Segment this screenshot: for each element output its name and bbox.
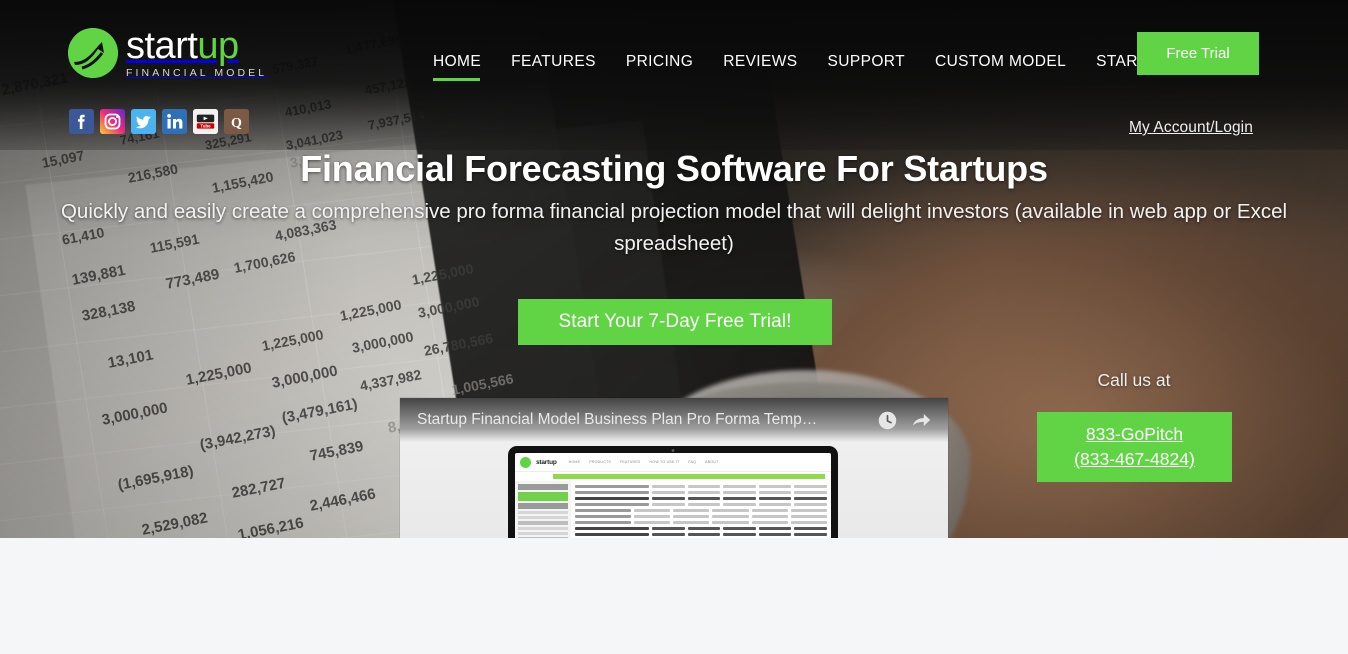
table-row bbox=[575, 532, 827, 537]
table-row bbox=[575, 508, 828, 513]
linkedin-icon[interactable] bbox=[162, 109, 187, 134]
thumbnail-sidebar-row bbox=[518, 526, 568, 530]
below-hero-section bbox=[0, 538, 1348, 654]
thumbnail-tab: HOW TO USE IT bbox=[649, 460, 680, 464]
thumbnail-app-header: startup HOME PRODUCTS FEATURES HOW TO USE I… bbox=[515, 453, 831, 472]
site-logo[interactable]: startup FINANCIAL MODEL bbox=[68, 27, 267, 79]
phone-number-button[interactable]: 833-GoPitch (833-467-4824) bbox=[1037, 412, 1232, 482]
thumbnail-sidebar bbox=[515, 481, 571, 538]
table-row bbox=[575, 526, 827, 531]
logo-word-up: up bbox=[197, 25, 239, 67]
hero-subheadline: Quickly and easily create a comprehensiv… bbox=[60, 200, 1288, 255]
my-account-login-link[interactable]: My Account/Login bbox=[1129, 119, 1253, 137]
video-title-bar: Startup Financial Model Business Plan Pr… bbox=[400, 398, 948, 442]
facebook-icon[interactable] bbox=[69, 109, 94, 134]
nav-item-pricing[interactable]: PRICING bbox=[626, 53, 714, 71]
thumbnail-sidebar-highlight bbox=[518, 492, 568, 501]
logo-arrow-circle-icon bbox=[68, 27, 118, 78]
top-navigation-bar: startup FINANCIAL MODEL HOME FEATURES PRIC… bbox=[0, 0, 1348, 105]
nav-item-reviews[interactable]: REVIEWS bbox=[723, 53, 818, 71]
phone-numeric: (833-467-4824) bbox=[1074, 449, 1195, 469]
logo-tagline: FINANCIAL MODEL bbox=[126, 67, 268, 79]
nav-item-custom-model[interactable]: CUSTOM MODEL bbox=[935, 53, 1087, 71]
thumbnail-tab: ABOUT bbox=[705, 460, 719, 464]
thumbnail-financial-table bbox=[574, 483, 828, 538]
twitter-icon[interactable] bbox=[131, 109, 156, 134]
table-row bbox=[575, 520, 828, 525]
nav-item-features[interactable]: FEATURES bbox=[511, 53, 617, 71]
video-title: Startup Financial Model Business Plan Pr… bbox=[417, 411, 818, 428]
table-row bbox=[575, 514, 828, 519]
video-player[interactable]: startup HOME PRODUCTS FEATURES HOW TO USE I… bbox=[400, 398, 948, 538]
thumbnail-screen: startup HOME PRODUCTS FEATURES HOW TO USE I… bbox=[515, 453, 831, 538]
thumbnail-sidebar-row bbox=[518, 516, 568, 520]
thumbnail-monitor: startup HOME PRODUCTS FEATURES HOW TO USE I… bbox=[508, 446, 838, 538]
thumbnail-main-panel: Assets Mix Analysis Cas bbox=[571, 481, 831, 538]
page-title: Financial Forecasting Software For Start… bbox=[300, 148, 1048, 189]
social-icon-bar: Tube Q bbox=[69, 109, 249, 134]
table-row bbox=[575, 502, 827, 507]
hero-section: 2,870,321579,3271,477,698410,013457,1227… bbox=[0, 0, 1348, 538]
instagram-icon[interactable] bbox=[100, 109, 125, 134]
quora-icon[interactable]: Q bbox=[224, 109, 249, 134]
thumbnail-sidebar-row bbox=[518, 536, 568, 538]
table-row bbox=[575, 490, 827, 495]
thumbnail-progress-bar bbox=[553, 474, 825, 479]
thumbnail-sidebar-row bbox=[518, 521, 568, 525]
logo-word: startup bbox=[126, 27, 267, 65]
svg-text:Tube: Tube bbox=[200, 123, 211, 128]
thumbnail-body: Assets Mix Analysis Cas bbox=[515, 481, 831, 538]
thumbnail-logo-icon bbox=[520, 456, 531, 468]
youtube-icon[interactable]: Tube bbox=[193, 109, 218, 134]
logo-word-start: start bbox=[126, 25, 198, 67]
thumbnail-sidebar-header bbox=[518, 503, 568, 509]
svg-text:Q: Q bbox=[231, 116, 242, 131]
thumbnail-brand: startup bbox=[536, 458, 557, 466]
page-root: 2,870,321579,3271,477,698410,013457,1227… bbox=[0, 0, 1348, 654]
thumbnail-tab: FAQ bbox=[688, 460, 697, 464]
table-row bbox=[575, 485, 827, 489]
nav-links: HOME FEATURES PRICING REVIEWS SUPPORT CUSTOM … bbox=[433, 53, 1240, 81]
thumbnail-sidebar-header bbox=[518, 484, 568, 490]
thumbnail-sidebar-row bbox=[518, 531, 568, 535]
clock-icon[interactable] bbox=[874, 407, 900, 433]
nav-item-support[interactable]: SUPPORT bbox=[828, 53, 926, 71]
thumbnail-tab: FEATURES bbox=[620, 460, 641, 464]
call-us-label: Call us at bbox=[1097, 370, 1171, 390]
free-trial-button[interactable]: Free Trial bbox=[1137, 32, 1259, 75]
start-free-trial-button[interactable]: Start Your 7-Day Free Trial! bbox=[518, 299, 832, 345]
thumbnail-sidebar-row bbox=[518, 511, 568, 515]
table-row bbox=[575, 496, 827, 501]
nav-item-home[interactable]: HOME bbox=[433, 53, 502, 81]
thumbnail-tabs: HOME PRODUCTS FEATURES HOW TO USE IT FAQ ABOU… bbox=[569, 460, 719, 464]
thumbnail-tab: PRODUCTS bbox=[589, 460, 612, 464]
share-arrow-icon[interactable] bbox=[908, 407, 934, 433]
thumbnail-tab: HOME bbox=[568, 460, 581, 464]
logo-wordmark: startup FINANCIAL MODEL bbox=[126, 27, 267, 79]
phone-vanity: 833-GoPitch bbox=[1085, 424, 1184, 444]
